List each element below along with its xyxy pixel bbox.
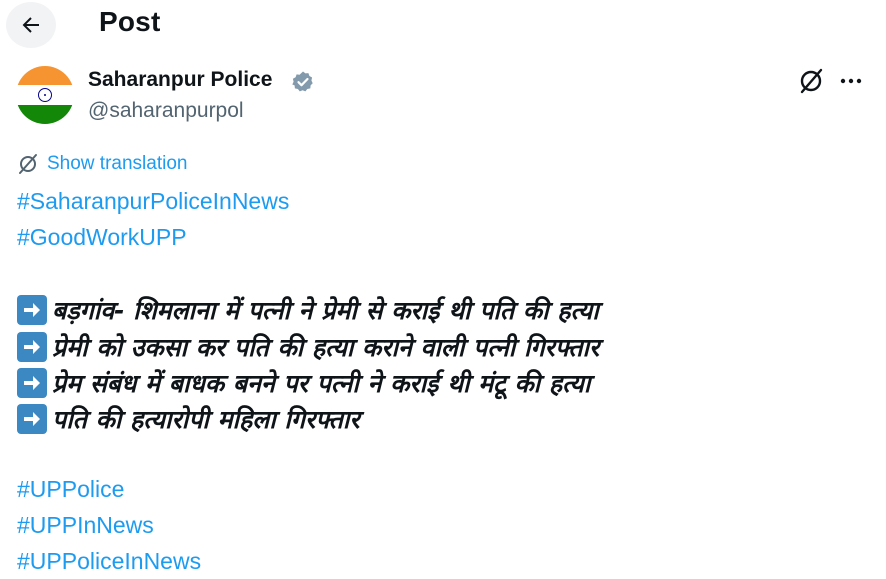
post-line: बड़गांव- शिमलाना में पत्नी ने प्रेमी से …: [17, 293, 599, 327]
post-line: प्रेमी को उकसा कर पति की हत्या कराने वाल…: [17, 330, 599, 364]
translate-icon: [19, 154, 37, 174]
post-line-text: प्रेम संबंध में बाधक बनने पर पत्नी ने कर…: [52, 369, 591, 398]
show-translation-link[interactable]: Show translation: [17, 153, 187, 175]
author-handle[interactable]: @saharanpurpol: [88, 99, 244, 123]
post-line: पति की हत्यारोपी महिला गिरफ्तार: [17, 402, 360, 436]
post-line-text: प्रेमी को उकसा कर पति की हत्या कराने वाल…: [52, 333, 600, 362]
post-line: प्रेम संबंध में बाधक बनने पर पत्नी ने कर…: [17, 366, 590, 400]
post-line-text: बड़गांव- शिमलाना में पत्नी ने प्रेमी से …: [52, 296, 599, 325]
author-name[interactable]: Saharanpur Police: [88, 68, 272, 92]
right-arrow-icon: [17, 368, 47, 398]
right-arrow-icon: [17, 404, 47, 434]
ashoka-chakra-icon: [38, 88, 52, 102]
hashtag-link[interactable]: #UPPolice: [17, 476, 124, 503]
back-arrow-icon: [22, 17, 39, 33]
avatar[interactable]: [16, 66, 74, 124]
show-translation-label: Show translation: [47, 153, 188, 174]
back-button[interactable]: [6, 2, 56, 48]
grok-icon[interactable]: [797, 67, 825, 95]
verified-badge-icon[interactable]: [291, 70, 315, 94]
right-arrow-icon: [17, 332, 47, 362]
more-icon[interactable]: [838, 68, 864, 94]
page-title: Post: [99, 6, 161, 37]
right-arrow-icon: [17, 295, 47, 325]
hashtag-link[interactable]: #GoodWorkUPP: [17, 224, 187, 251]
hashtag-link[interactable]: #UPPoliceInNews: [17, 548, 201, 575]
hashtag-link[interactable]: #SaharanpurPoliceInNews: [17, 188, 289, 215]
post-line-text: पति की हत्यारोपी महिला गिरफ्तार: [52, 405, 360, 434]
hashtag-link[interactable]: #UPPInNews: [17, 512, 154, 539]
